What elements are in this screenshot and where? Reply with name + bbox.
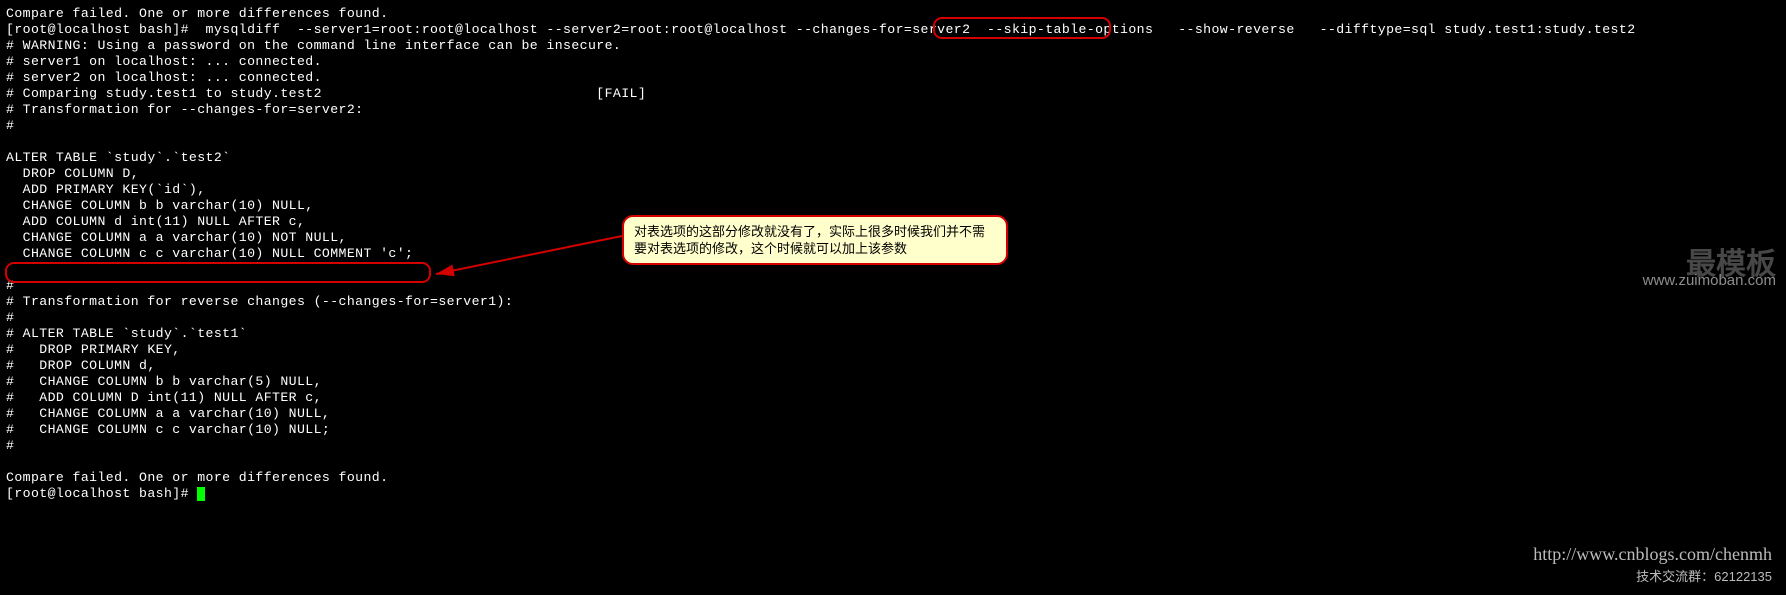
- terminal-line: # ADD COLUMN D int(11) NULL AFTER c,: [6, 390, 1780, 406]
- terminal-line: # DROP PRIMARY KEY,: [6, 342, 1780, 358]
- terminal-line: # server2 on localhost: ... connected.: [6, 70, 1780, 86]
- terminal-line: # DROP COLUMN d,: [6, 358, 1780, 374]
- terminal-line: #: [6, 438, 1780, 454]
- terminal-line: # Comparing study.test1 to study.test2 […: [6, 86, 1780, 102]
- terminal-line: # CHANGE COLUMN a a varchar(10) NULL,: [6, 406, 1780, 422]
- highlight-box-skip-table-options: [933, 17, 1111, 39]
- terminal-line: [root@localhost bash]# mysqldiff --serve…: [6, 22, 1780, 38]
- terminal-line: # WARNING: Using a password on the comma…: [6, 38, 1780, 54]
- terminal-cursor: [197, 487, 205, 501]
- terminal-line: # server1 on localhost: ... connected.: [6, 54, 1780, 70]
- terminal-line: Compare failed. One or more differences …: [6, 470, 1780, 486]
- watermark-qq-group: 技术交流群：62122135: [1636, 566, 1772, 585]
- terminal-line: # Transformation for reverse changes (--…: [6, 294, 1780, 310]
- terminal-line: ALTER TABLE `study`.`test2`: [6, 150, 1780, 166]
- terminal-line: [6, 134, 1780, 150]
- terminal-line: # CHANGE COLUMN c c varchar(10) NULL;: [6, 422, 1780, 438]
- terminal-line: CHANGE COLUMN b b varchar(10) NULL,: [6, 198, 1780, 214]
- annotation-callout: 对表选项的这部分修改就没有了，实际上很多时候我们并不需要对表选项的修改，这个时候…: [622, 215, 1008, 265]
- terminal-line: [root@localhost bash]#: [6, 486, 1780, 502]
- terminal-line: [6, 454, 1780, 470]
- terminal-line: #: [6, 118, 1780, 134]
- highlight-box-removed-section: [5, 262, 431, 283]
- annotation-text: 对表选项的这部分修改就没有了，实际上很多时候我们并不需要对表选项的修改，这个时候…: [634, 224, 985, 256]
- terminal-line: # Transformation for --changes-for=serve…: [6, 102, 1780, 118]
- terminal-line: DROP COLUMN D,: [6, 166, 1780, 182]
- terminal-line: # ALTER TABLE `study`.`test1`: [6, 326, 1780, 342]
- terminal-line: Compare failed. One or more differences …: [6, 6, 1780, 22]
- watermark-blog-url: http://www.cnblogs.com/chenmh: [1533, 544, 1772, 565]
- terminal-line: ADD PRIMARY KEY(`id`),: [6, 182, 1780, 198]
- terminal-line: # CHANGE COLUMN b b varchar(5) NULL,: [6, 374, 1780, 390]
- terminal-line: #: [6, 310, 1780, 326]
